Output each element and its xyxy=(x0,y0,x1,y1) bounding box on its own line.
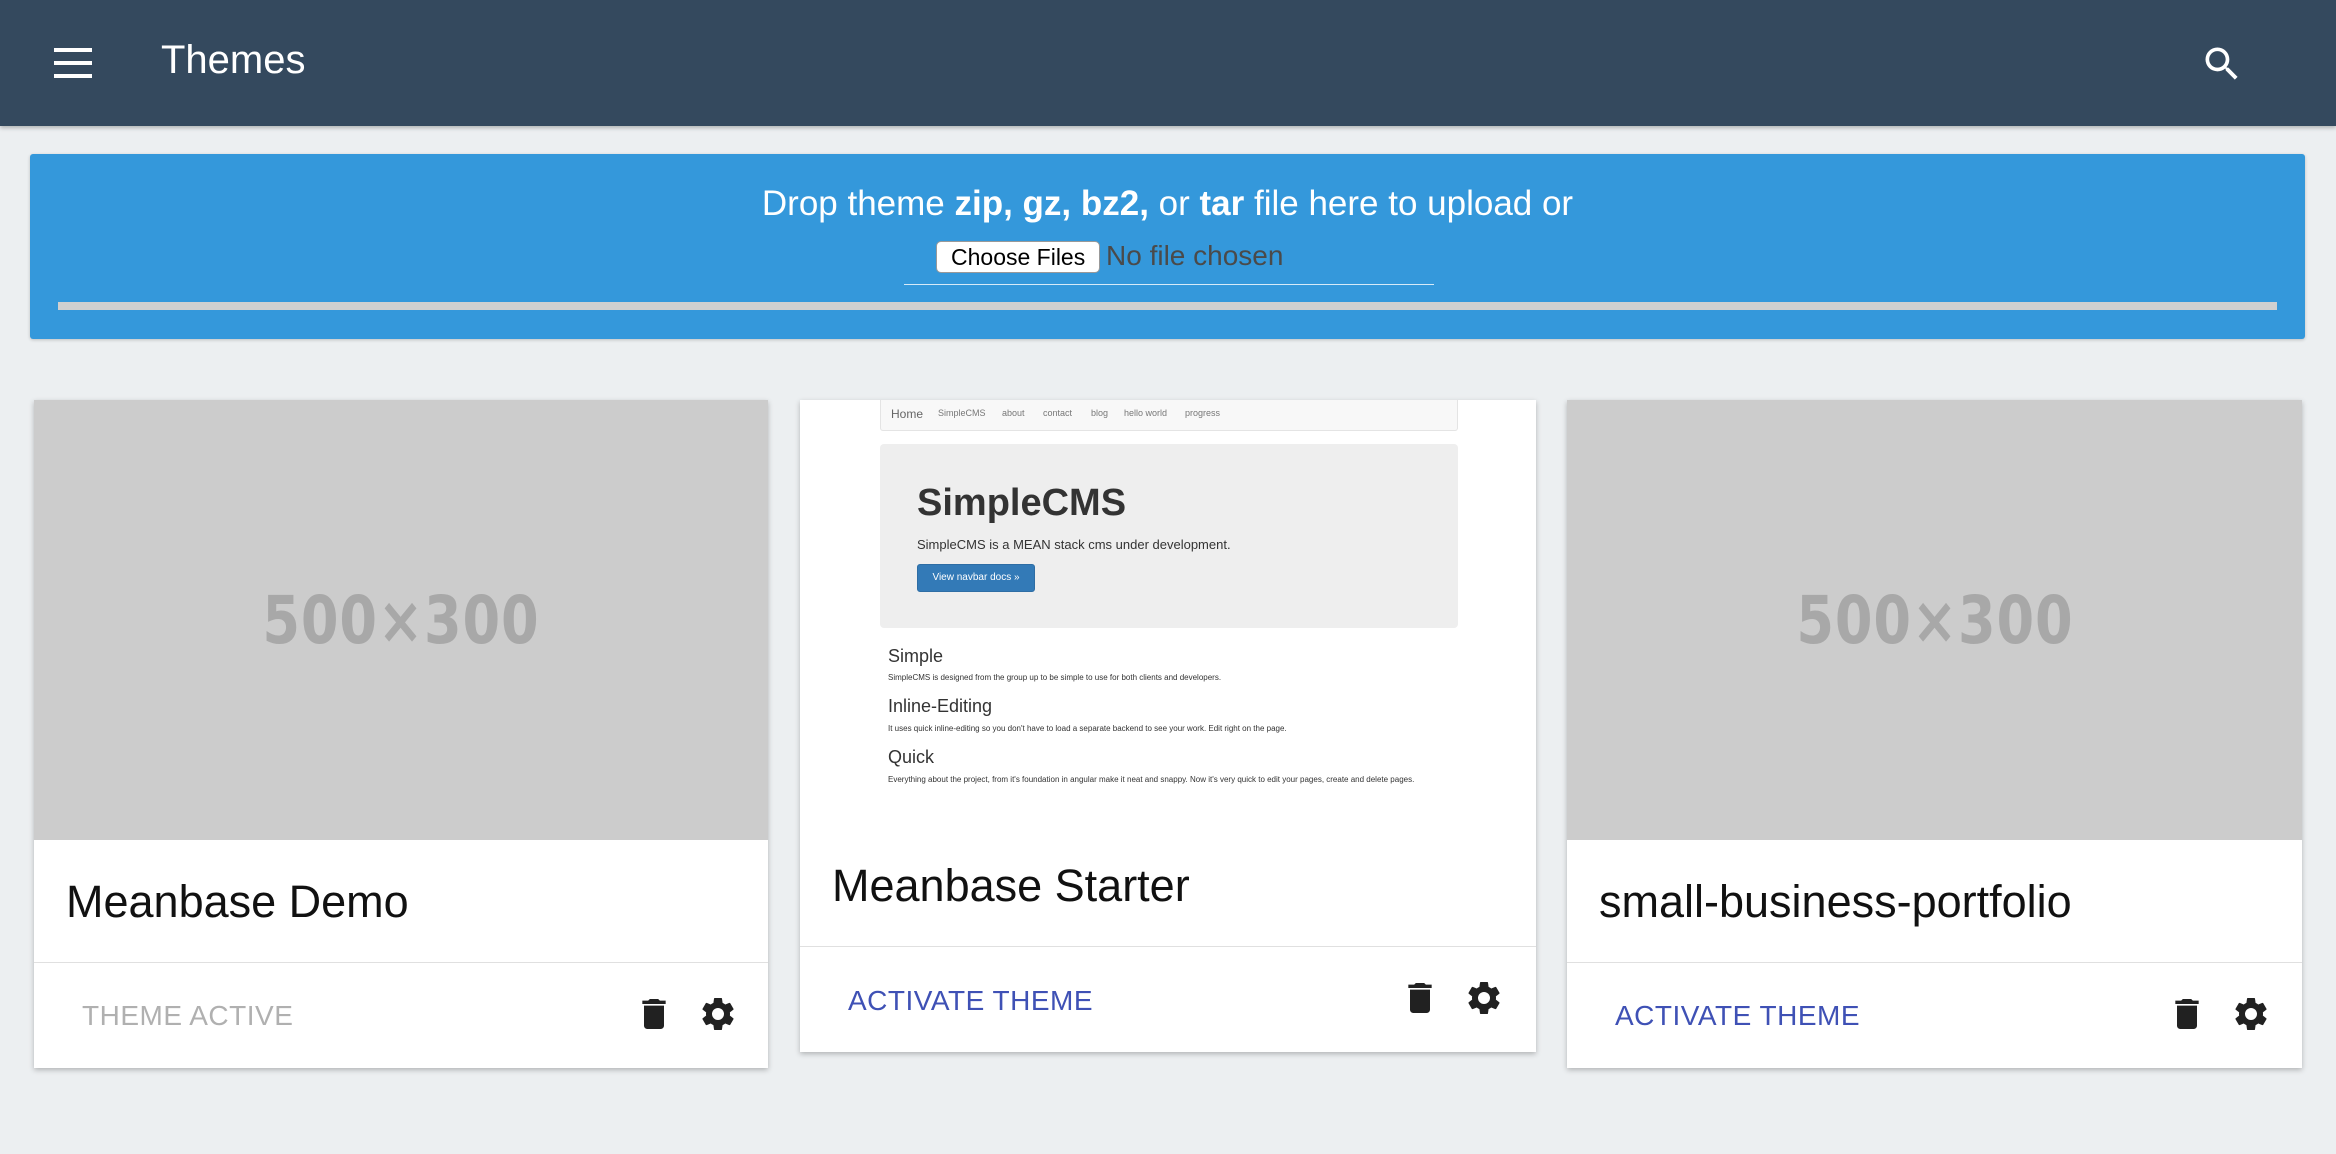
card-divider xyxy=(1567,962,2302,963)
preview-nav-item: blog xyxy=(1091,408,1109,418)
preview-navbar: Home SimpleCMS about contact blog hello … xyxy=(880,400,1458,431)
preview-nav-item: Home xyxy=(891,407,924,421)
search-icon[interactable] xyxy=(2200,42,2244,86)
preview-nav-item: hello world xyxy=(1124,408,1168,418)
card-divider xyxy=(800,946,1536,947)
preview-jumbo-title: SimpleCMS xyxy=(917,482,1127,524)
file-status-text: No file chosen xyxy=(1106,240,1284,271)
delete-theme-trash-icon[interactable] xyxy=(2167,994,2207,1034)
hamburger-menu-icon[interactable] xyxy=(54,48,94,78)
theme-upload-dropzone[interactable]: Drop theme zip, gz, bz2, or tar file her… xyxy=(30,154,2305,339)
preview-jumbo-button: View navbar docs » xyxy=(917,564,1035,592)
upload-progress-bar xyxy=(58,302,2277,310)
activate-theme-button[interactable]: ACTIVATE THEME xyxy=(1615,1000,1860,1032)
preview-jumbotron: SimpleCMS SimpleCMS is a MEAN stack cms … xyxy=(880,444,1458,628)
theme-settings-gear-icon[interactable] xyxy=(698,994,738,1034)
theme-title: Meanbase Starter xyxy=(832,860,1190,911)
app-bar: Themes xyxy=(0,0,2336,126)
preview-section-heading: Simple xyxy=(888,646,944,666)
card-divider xyxy=(34,962,768,963)
delete-theme-trash-icon[interactable] xyxy=(1400,978,1440,1018)
preview-nav-item: contact xyxy=(1043,408,1073,418)
choose-files-button[interactable]: Choose Files xyxy=(936,241,1101,273)
file-input-underline xyxy=(904,284,1434,285)
preview-section-text: SimpleCMS is designed from the group up … xyxy=(888,673,1222,682)
theme-preview-screenshot: Home SimpleCMS about contact blog hello … xyxy=(800,400,1536,830)
page-title: Themes xyxy=(161,38,306,82)
theme-title: Meanbase Demo xyxy=(66,876,409,927)
preview-nav-item: progress xyxy=(1185,408,1221,418)
preview-section-heading: Quick xyxy=(888,747,935,767)
preview-nav-item: about xyxy=(1002,408,1025,418)
theme-card-meanbase-starter: Home SimpleCMS about contact blog hello … xyxy=(800,400,1536,1052)
theme-thumbnail-placeholder: 500×300 xyxy=(34,400,768,840)
preview-section-text: Everything about the project, from it's … xyxy=(888,775,1415,784)
theme-title: small-business-portfolio xyxy=(1599,876,2072,927)
theme-settings-gear-icon[interactable] xyxy=(1464,978,1504,1018)
theme-card-meanbase-demo: 500×300 Meanbase Demo THEME ACTIVE xyxy=(34,400,768,1068)
theme-card-small-business-portfolio: 500×300 small-business-portfolio ACTIVAT… xyxy=(1567,400,2302,1068)
delete-theme-trash-icon[interactable] xyxy=(634,994,674,1034)
theme-settings-gear-icon[interactable] xyxy=(2231,994,2271,1034)
theme-thumbnail-placeholder: 500×300 xyxy=(1567,400,2302,840)
preview-jumbo-text: SimpleCMS is a MEAN stack cms under deve… xyxy=(917,537,1231,552)
preview-section-heading: Inline-Editing xyxy=(888,696,993,716)
theme-active-label: THEME ACTIVE xyxy=(82,1000,294,1031)
preview-section-text: It uses quick inline-editing so you don'… xyxy=(888,724,1287,733)
preview-nav-item: SimpleCMS xyxy=(938,408,986,418)
dropzone-instructions: Drop theme zip, gz, bz2, or tar file her… xyxy=(761,184,1574,223)
activate-theme-button[interactable]: ACTIVATE THEME xyxy=(848,985,1093,1017)
file-input[interactable]: Choose Files No file chosen xyxy=(904,237,1464,277)
